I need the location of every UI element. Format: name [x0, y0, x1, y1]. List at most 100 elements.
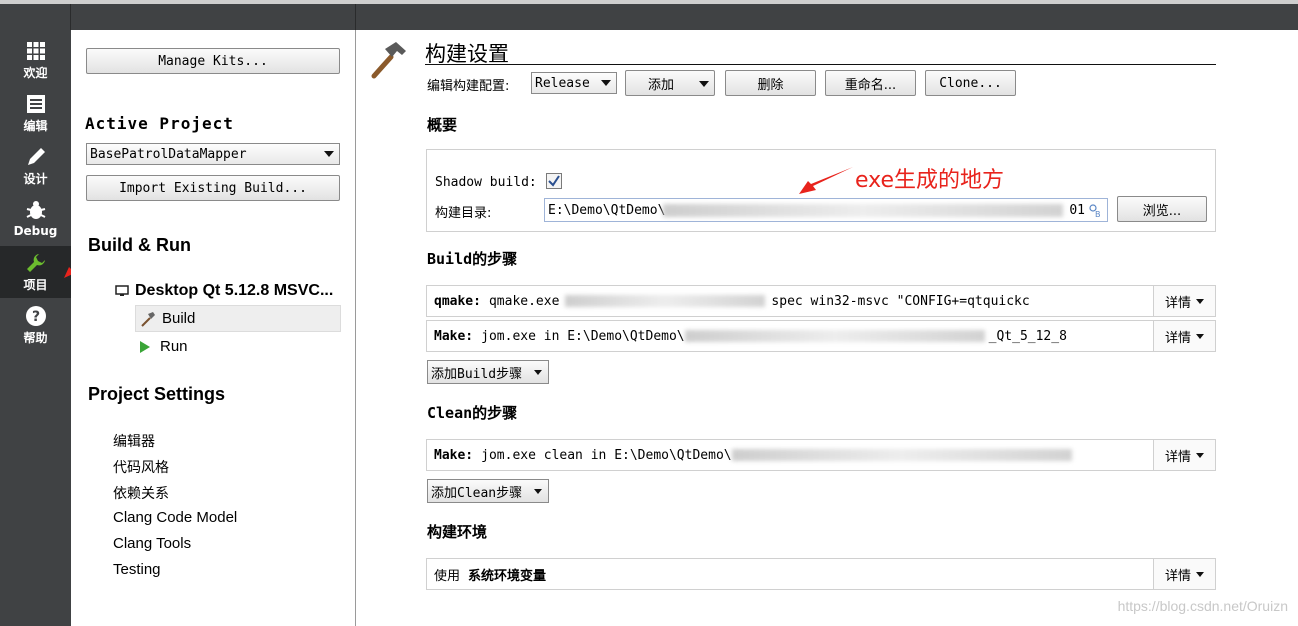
mode-design[interactable]: 设计 — [0, 140, 71, 192]
build-step-qmake: qmake: qmake.exe spec win32-msvc "CONFIG… — [426, 285, 1216, 317]
kit-item[interactable]: Desktop Qt 5.12.8 MSVC... — [115, 282, 333, 300]
clone-config-button[interactable]: Clone... — [925, 70, 1016, 96]
build-dir-tail: 01 — [1069, 203, 1085, 218]
step-command: jom.exe in E:\Demo\QtDemo\ — [481, 328, 685, 344]
mode-debug[interactable]: Debug — [0, 193, 71, 245]
build-env-row: 使用 系统环境变量 详情 — [426, 558, 1216, 590]
settings-item-editor[interactable]: 编辑器 — [113, 431, 155, 451]
sidebar-item-run[interactable]: Run — [139, 338, 188, 355]
kit-label: Desktop Qt 5.12.8 MSVC... — [135, 282, 334, 299]
build-config-select[interactable]: Release — [531, 72, 617, 94]
chevron-down-icon — [699, 81, 709, 87]
active-project-select[interactable]: BasePatrolDataMapper — [86, 143, 340, 165]
step-tool: Make: — [434, 447, 474, 463]
rename-config-button[interactable]: 重命名... — [825, 70, 916, 96]
variable-chooser-icon[interactable]: B — [1089, 204, 1103, 218]
sidebar-item-build[interactable]: Build — [135, 305, 341, 332]
svg-text:?: ? — [31, 309, 39, 325]
shadow-build-checkbox[interactable] — [546, 173, 562, 189]
chevron-down-icon — [601, 80, 611, 86]
details-toggle[interactable]: 详情 — [1153, 321, 1215, 351]
redacted-command — [684, 330, 985, 342]
title-divider — [425, 64, 1216, 65]
add-clean-step-label: 添加Clean步骤 — [431, 485, 523, 501]
delete-config-button[interactable]: 删除 — [725, 70, 816, 96]
annotation-arrow-icon — [799, 167, 853, 194]
build-dir-value: E:\Demo\QtDemo\ — [548, 202, 666, 218]
add-build-step-button[interactable]: 添加Build步骤 — [427, 360, 549, 384]
mode-label: 欢迎 — [23, 65, 48, 80]
build-run-title: Build & Run — [88, 235, 191, 255]
settings-item-clang-code-model[interactable]: Clang Code Model — [113, 509, 237, 526]
step-tool: qmake: — [434, 293, 481, 309]
build-config-value: Release — [535, 75, 590, 91]
sidebar-item-label: Run — [160, 338, 188, 355]
wrench-icon — [24, 252, 48, 274]
title-bar — [0, 0, 1298, 30]
play-icon — [140, 340, 150, 353]
active-project-title: Active Project — [85, 114, 234, 133]
document-icon — [24, 93, 48, 115]
chevron-down-icon — [324, 151, 334, 157]
import-existing-build-button[interactable]: Import Existing Build... — [86, 175, 340, 201]
redacted-command — [565, 295, 766, 307]
add-config-label: 添加 — [648, 77, 675, 93]
help-icon: ? — [24, 305, 48, 327]
hammer-icon — [371, 42, 406, 79]
svg-text:B: B — [1095, 210, 1101, 218]
overview-title: 概要 — [427, 116, 458, 134]
add-config-button[interactable]: 添加 — [625, 70, 715, 96]
clean-steps-title: Clean的步骤 — [427, 404, 518, 422]
bug-icon — [24, 200, 48, 222]
sidebar-item-label: Build — [162, 310, 196, 327]
mode-help[interactable]: ? 帮助 — [0, 299, 71, 351]
build-step-make: Make: jom.exe in E:\Demo\QtDemo\ _Qt_5_1… — [426, 320, 1216, 352]
mode-label: 设计 — [23, 171, 48, 186]
checkmark-icon — [548, 175, 560, 187]
manage-kits-button[interactable]: Manage Kits... — [86, 48, 340, 74]
grid-icon — [24, 40, 48, 62]
shadow-build-label: Shadow build: — [435, 175, 537, 190]
redacted-path — [663, 204, 1063, 217]
settings-item-testing[interactable]: Testing — [113, 561, 161, 578]
edit-config-label: 编辑构建配置: — [427, 79, 510, 94]
build-steps-title: Build的步骤 — [427, 250, 518, 268]
details-toggle[interactable]: 详情 — [1153, 559, 1215, 589]
mode-welcome[interactable]: 欢迎 — [0, 34, 71, 86]
clean-step-make: Make: jom.exe clean in E:\Demo\QtDemo\ 详… — [426, 439, 1216, 471]
add-clean-step-button[interactable]: 添加Clean步骤 — [427, 479, 549, 503]
step-tool: Make: — [434, 328, 474, 344]
redacted-command — [731, 449, 1072, 461]
browse-button[interactable]: 浏览... — [1117, 196, 1207, 222]
settings-item-code-style[interactable]: 代码风格 — [113, 457, 169, 477]
hammer-icon — [141, 311, 155, 327]
chevron-down-icon — [1196, 452, 1204, 458]
settings-item-dependencies[interactable]: 依赖关系 — [113, 483, 169, 503]
build-dir-input[interactable]: E:\Demo\QtDemo\ 01 B — [544, 198, 1108, 222]
watermark: https://blog.csdn.net/Oruizn — [1117, 598, 1288, 614]
step-command: qmake.exe — [488, 293, 560, 309]
step-command-tail: _Qt_5_12_8 — [988, 328, 1067, 344]
mode-label: 项目 — [23, 277, 48, 292]
env-value: 系统环境变量 — [468, 568, 547, 584]
add-build-step-label: 添加Build步骤 — [431, 366, 523, 382]
mode-edit[interactable]: 编辑 — [0, 87, 71, 139]
details-toggle[interactable]: 详情 — [1153, 286, 1215, 316]
build-dir-label: 构建目录: — [435, 206, 492, 221]
chevron-down-icon — [1196, 298, 1204, 304]
annotation-text: exe生成的地方 — [855, 168, 1005, 193]
chevron-down-icon — [534, 489, 542, 494]
mode-label: Debug — [13, 224, 58, 238]
step-command-tail: spec win32-msvc "CONFIG+=qtquickc — [771, 293, 1030, 309]
step-command: jom.exe clean in E:\Demo\QtDemo\ — [481, 447, 732, 463]
details-toggle[interactable]: 详情 — [1153, 440, 1215, 470]
settings-item-clang-tools[interactable]: Clang Tools — [113, 535, 191, 552]
pencil-icon — [24, 146, 48, 168]
active-project-value: BasePatrolDataMapper — [90, 146, 247, 162]
chevron-down-icon — [1196, 333, 1204, 339]
mode-label: 编辑 — [23, 118, 48, 133]
chevron-down-icon — [1196, 571, 1204, 577]
env-prefix: 使用 — [434, 568, 461, 584]
mode-bar: 欢迎 编辑 设计 Debug 项目 ? 帮助 — [0, 30, 71, 626]
project-sidebar: Manage Kits... Active Project BasePatrol… — [71, 30, 356, 626]
